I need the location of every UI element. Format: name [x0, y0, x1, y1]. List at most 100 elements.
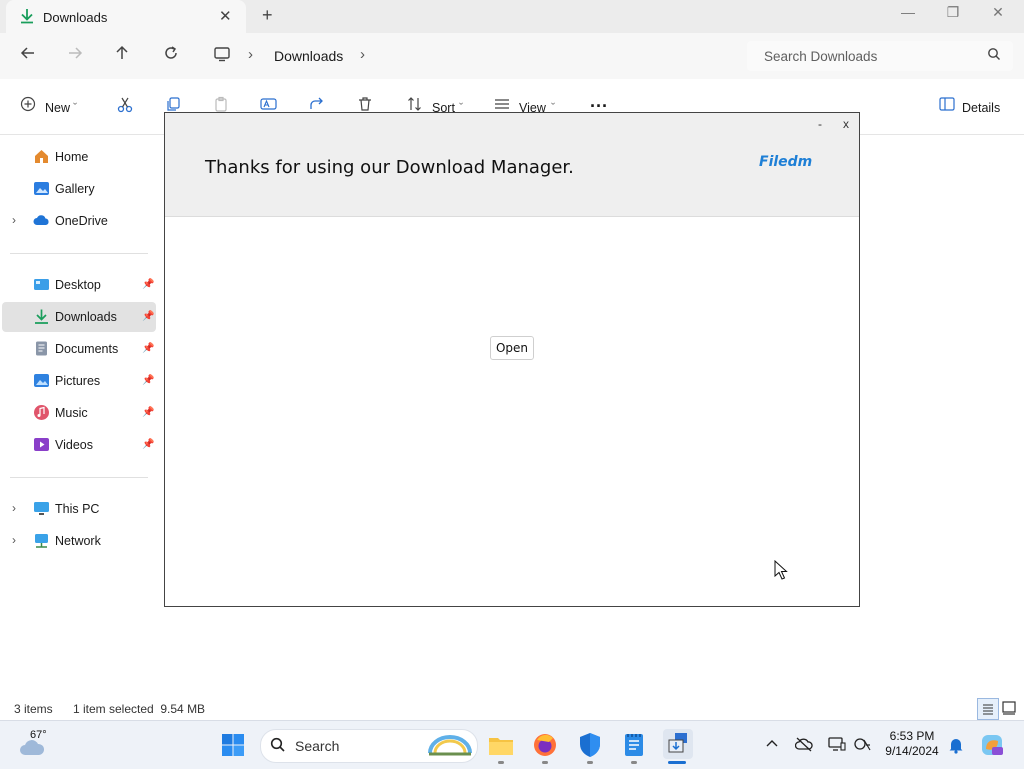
chevron-up-icon[interactable]: [765, 737, 779, 754]
running-indicator: [498, 761, 504, 764]
sidebar-item-network[interactable]: › Network: [2, 526, 156, 556]
pin-icon[interactable]: 📌: [142, 311, 154, 322]
music-icon: [33, 404, 50, 421]
pin-icon[interactable]: 📌: [142, 439, 154, 450]
sidebar-item-downloads[interactable]: Downloads 📌: [2, 302, 156, 332]
breadcrumb-chevron-icon[interactable]: ›: [360, 46, 365, 63]
videos-icon: [33, 436, 50, 453]
tiles-view-icon[interactable]: [1001, 700, 1017, 719]
start-icon[interactable]: [221, 733, 245, 760]
new-button[interactable]: New: [45, 101, 70, 115]
sidebar-item-label: Downloads: [55, 310, 117, 324]
chevron-down-icon[interactable]: ˇ: [73, 101, 77, 115]
filedm-logo: Filedm: [759, 154, 813, 170]
tab-downloads[interactable]: Downloads ✕: [6, 0, 246, 33]
new-icon[interactable]: [20, 96, 36, 115]
details-pane-icon[interactable]: [939, 96, 955, 115]
gallery-icon: [33, 180, 50, 197]
download-manager-app-icon[interactable]: [663, 729, 693, 759]
search-icon: [987, 47, 1001, 64]
breadcrumb-chevron-icon[interactable]: ›: [248, 46, 253, 63]
dialog-close-button[interactable]: x: [843, 117, 849, 131]
pin-icon[interactable]: 📌: [142, 375, 154, 386]
running-indicator: [631, 761, 637, 764]
refresh-icon[interactable]: [163, 45, 179, 66]
running-indicator: [587, 761, 593, 764]
sidebar-item-label: Pictures: [55, 374, 101, 388]
status-bar: 3 items 1 item selected 9.54 MB: [0, 696, 1024, 720]
sidebar-item-this-pc[interactable]: › This PC: [2, 494, 156, 524]
expand-chevron-icon[interactable]: ›: [12, 533, 16, 547]
dialog-minimize-button[interactable]: -: [818, 117, 822, 131]
network-icon: [33, 532, 50, 549]
pin-icon[interactable]: 📌: [142, 343, 154, 354]
expand-chevron-icon[interactable]: ›: [12, 501, 16, 515]
desktop-icon: [33, 276, 50, 293]
file-explorer-icon[interactable]: [487, 731, 515, 759]
running-indicator: [542, 761, 548, 764]
sidebar-item-onedrive[interactable]: › OneDrive: [2, 206, 156, 236]
search-input[interactable]: Search Downloads: [747, 41, 1013, 71]
close-button[interactable]: ✕: [978, 4, 1018, 26]
expand-chevron-icon[interactable]: ›: [12, 213, 16, 227]
sidebar-item-gallery[interactable]: Gallery: [2, 174, 156, 204]
open-button[interactable]: Open: [490, 336, 534, 360]
sidebar-item-desktop[interactable]: Desktop 📌: [2, 270, 156, 300]
tab-label: Downloads: [43, 10, 108, 25]
cut-icon[interactable]: [116, 96, 134, 117]
mouse-cursor-icon: [774, 559, 788, 583]
taskbar-search-input[interactable]: Search: [260, 729, 478, 763]
download-icon: [33, 308, 50, 325]
copilot-icon[interactable]: [980, 733, 1004, 760]
documents-icon: [33, 340, 50, 357]
divider: [10, 253, 148, 254]
download-manager-dialog: Thanks for using our Download Manager. F…: [164, 112, 860, 607]
sidebar-item-music[interactable]: Music 📌: [2, 398, 156, 428]
maximize-button[interactable]: ❐: [933, 4, 973, 26]
notification-bell-icon[interactable]: [948, 736, 964, 757]
new-tab-button[interactable]: +: [262, 5, 273, 26]
sidebar-item-label: Documents: [55, 342, 119, 356]
breadcrumb-downloads[interactable]: Downloads: [274, 48, 343, 64]
firefox-icon[interactable]: [531, 731, 559, 759]
back-icon[interactable]: [20, 45, 36, 66]
search-highlight-icon: [427, 733, 473, 760]
pc-icon[interactable]: [213, 46, 231, 65]
pin-icon[interactable]: 📌: [142, 407, 154, 418]
pin-icon[interactable]: 📌: [142, 279, 154, 290]
clock-time: 6:53 PM: [889, 729, 935, 743]
onedrive-offline-icon[interactable]: [794, 736, 813, 755]
network-status-icon[interactable]: [854, 736, 872, 755]
pc-icon: [33, 500, 50, 517]
taskbar: 67° Search 6:53 PM 9/14/2024: [0, 720, 1024, 769]
sidebar-item-label: This PC: [55, 502, 100, 516]
sidebar-item-documents[interactable]: Documents 📌: [2, 334, 156, 364]
up-icon[interactable]: [114, 45, 130, 66]
home-icon: [33, 148, 50, 165]
display-icon[interactable]: [828, 736, 846, 755]
weather-temperature: 67°: [30, 729, 47, 741]
minimize-button[interactable]: —: [888, 4, 928, 26]
sidebar-item-label: Music: [55, 406, 88, 420]
details-view-icon[interactable]: [977, 698, 999, 720]
details-button[interactable]: Details: [962, 101, 1000, 115]
defender-shield-icon[interactable]: [576, 731, 604, 759]
notepad-icon[interactable]: [620, 731, 648, 759]
pictures-icon: [33, 372, 50, 389]
sidebar-item-label: Network: [55, 534, 101, 548]
address-bar-row: › Downloads › Search Downloads: [0, 33, 1024, 79]
selection-info: 1 item selected 9.54 MB: [73, 702, 206, 716]
cloud-icon: [33, 212, 50, 229]
sidebar-item-label: Gallery: [55, 182, 95, 196]
system-clock[interactable]: 6:53 PM 9/14/2024: [880, 729, 944, 759]
forward-icon[interactable]: [67, 45, 83, 66]
tab-close-icon[interactable]: ✕: [219, 7, 232, 25]
search-placeholder: Search Downloads: [764, 49, 878, 64]
taskbar-search-placeholder: Search: [295, 738, 340, 754]
sidebar-item-label: OneDrive: [55, 214, 108, 228]
sidebar-item-home[interactable]: Home: [2, 142, 156, 172]
divider: [10, 477, 148, 478]
sidebar-item-videos[interactable]: Videos 📌: [2, 430, 156, 460]
dialog-header: Thanks for using our Download Manager. F…: [165, 113, 859, 217]
sidebar-item-pictures[interactable]: Pictures 📌: [2, 366, 156, 396]
